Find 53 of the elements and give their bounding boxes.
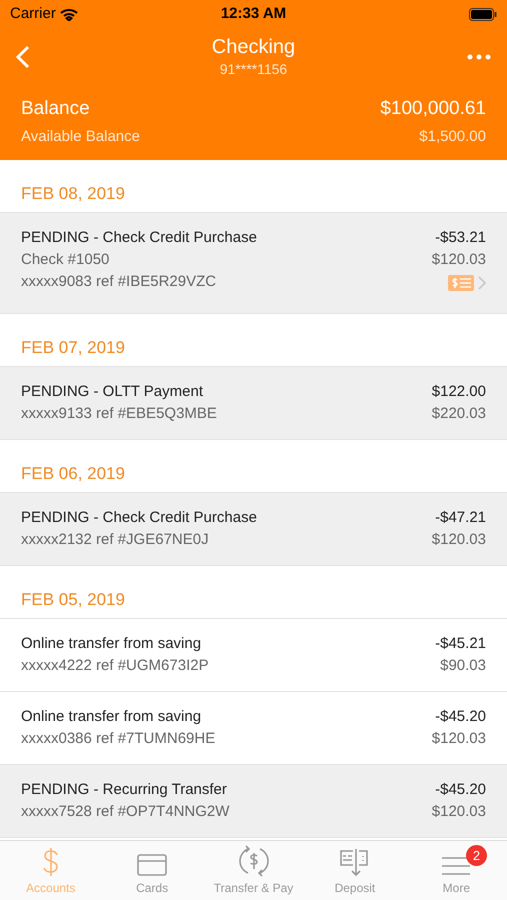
- date-header: FEB 05, 2019: [21, 588, 125, 610]
- transaction-row[interactable]: PENDING - Check Credit Purchase xxxxx2132 ref #JGE67NE0J -$47.21 $120.03: [0, 493, 507, 566]
- date-header: FEB 07, 2019: [21, 336, 125, 358]
- running-balance: $120.03: [432, 729, 486, 749]
- transaction-title: PENDING - Recurring Transfer: [21, 780, 228, 800]
- available-balance-label: Available Balance: [21, 126, 140, 146]
- transaction-detail: xxxxx9083 ref #IBE5R29VZC: [21, 272, 218, 292]
- transaction-title: Online transfer from saving: [21, 634, 202, 654]
- available-balance-amount: $1,500.00: [419, 126, 486, 146]
- back-icon: [16, 44, 30, 68]
- chevron-right-icon: [478, 276, 486, 290]
- status-time: 12:33 AM: [220, 4, 286, 24]
- running-balance: $220.03: [432, 404, 486, 424]
- nav-title: Checking: [212, 34, 296, 58]
- transaction-title: PENDING - Check Credit Purchase: [21, 228, 257, 248]
- tab-item[interactable]: More 2: [406, 841, 507, 900]
- notification-badge: 2: [466, 845, 488, 866]
- transaction-amount: -$45.21: [435, 634, 486, 654]
- transaction-detail: xxxxx2132 ref #JGE67NE0J: [21, 530, 210, 550]
- card-icon: [137, 853, 168, 877]
- check-image-icon[interactable]: [448, 275, 474, 291]
- running-balance: $120.03: [432, 802, 486, 822]
- transaction-detail: Check #1050: [21, 250, 110, 270]
- ellipsis-icon: [466, 54, 491, 60]
- transaction-row[interactable]: PENDING - Check Credit Purchase Check #1050 xxxxx9083 ref #IBE5R29VZC -$53.21 $120.03: [0, 213, 507, 314]
- battery-icon: [469, 8, 497, 20]
- transaction-amount: -$45.20: [435, 707, 486, 727]
- transaction-detail: xxxxx7528 ref #OP7T4NNG2W: [21, 802, 230, 822]
- account-number: 91****1156: [220, 60, 288, 78]
- date-header: FEB 08, 2019: [21, 182, 125, 204]
- menu-icon: [441, 855, 472, 877]
- wifi-icon: [60, 8, 78, 20]
- running-balance: $120.03: [432, 250, 486, 270]
- transaction-amount: -$53.21: [435, 228, 486, 248]
- carrier-label: Carrier: [10, 4, 56, 24]
- transaction-title: Online transfer from saving: [21, 707, 202, 727]
- running-balance: $120.03: [432, 530, 486, 550]
- transaction-title: PENDING - OLTT Payment: [21, 382, 204, 402]
- transaction-row[interactable]: PENDING - Recurring Transfer xxxxx7528 ref #OP7T4NNG2W -$45.20 $120.03: [0, 765, 507, 838]
- date-header: FEB 06, 2019: [21, 462, 125, 484]
- balance-amount: $100,000.61: [380, 97, 486, 121]
- transaction-row[interactable]: PENDING - OLTT Payment xxxxx9133 ref #EBE5Q3MBE $122.00 $220.03: [0, 367, 507, 440]
- balance-label: Balance: [21, 97, 90, 121]
- transaction-detail: xxxxx0386 ref #7TUMN69HE: [21, 729, 216, 749]
- transfer-icon: [238, 845, 270, 877]
- transaction-amount: -$47.21: [435, 508, 486, 528]
- transaction-amount: $122.00: [432, 382, 486, 402]
- transaction-title: PENDING - Check Credit Purchase: [21, 508, 257, 528]
- transaction-detail: xxxxx9133 ref #EBE5Q3MBE: [21, 404, 217, 424]
- transaction-detail: xxxxx4222 ref #UGM673I2P: [21, 656, 209, 676]
- running-balance: $90.03: [440, 656, 486, 676]
- transaction-amount: -$45.20: [435, 780, 486, 800]
- check-deposit-icon: [338, 847, 371, 877]
